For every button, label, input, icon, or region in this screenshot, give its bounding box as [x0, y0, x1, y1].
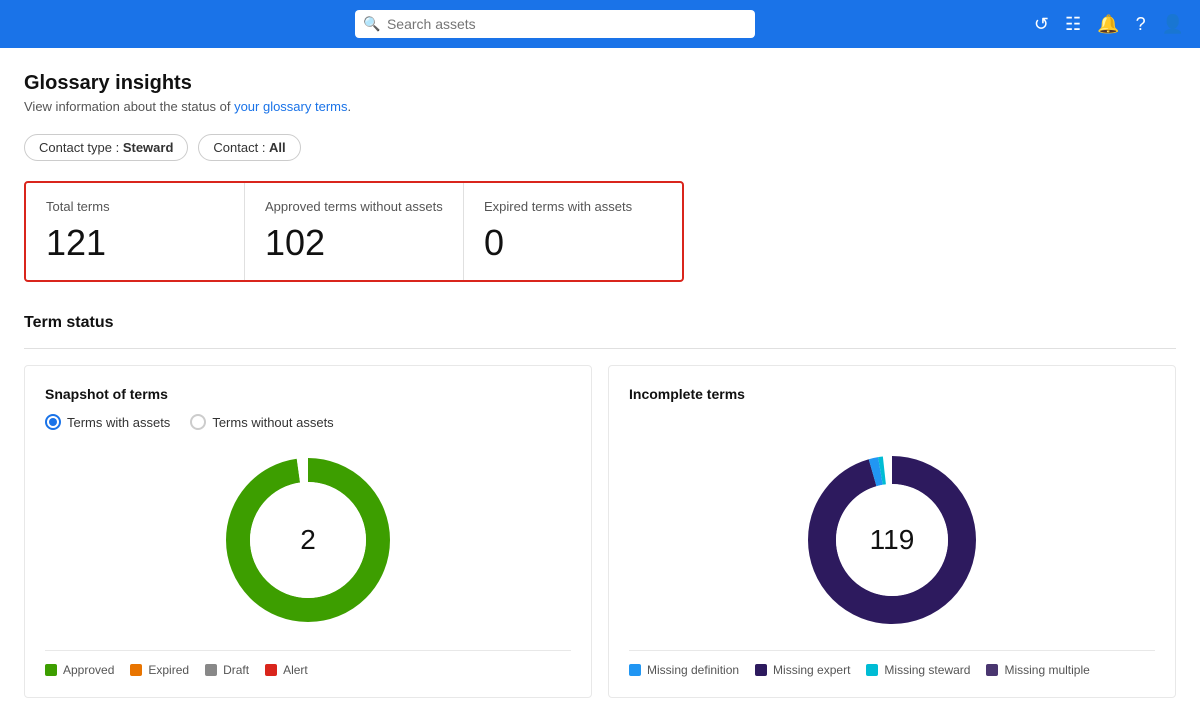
snapshot-donut-wrap: 2	[45, 450, 571, 630]
page-title: Glossary insights	[24, 72, 1176, 95]
filter-contact-type[interactable]: Contact type : Steward	[24, 134, 188, 161]
charts-row: Snapshot of terms Terms with assets Term…	[24, 365, 1176, 698]
snapshot-legend: Approved Expired Draft Alert	[45, 650, 571, 677]
snapshot-panel-title: Snapshot of terms	[45, 386, 571, 402]
snapshot-donut: 2	[218, 450, 398, 630]
stat-approved-terms: Approved terms without assets 102	[245, 183, 464, 280]
stats-container: Total terms 121 Approved terms without a…	[24, 181, 684, 282]
term-status-title: Term status	[24, 314, 1176, 332]
radio-terms-without-assets-label: Terms without assets	[212, 415, 333, 430]
stat-total-terms: Total terms 121	[26, 183, 245, 280]
header-actions: ↺ ☷ 🔔 ? 👤	[1034, 14, 1184, 35]
stat-expired-terms: Expired terms with assets 0	[464, 183, 682, 280]
legend-expired-swatch	[130, 664, 142, 676]
snapshot-radio-group: Terms with assets Terms without assets	[45, 414, 571, 430]
incomplete-panel: Incomplete terms	[608, 365, 1176, 698]
app-header: 🔍 ↺ ☷ 🔔 ? 👤	[0, 0, 1200, 48]
radio-terms-without-assets-circle	[190, 414, 206, 430]
legend-missing-expert-swatch	[755, 664, 767, 676]
search-input[interactable]	[355, 10, 755, 38]
stat-expired-terms-label: Expired terms with assets	[484, 199, 662, 214]
snapshot-panel: Snapshot of terms Terms with assets Term…	[24, 365, 592, 698]
radio-terms-without-assets[interactable]: Terms without assets	[190, 414, 333, 430]
legend-missing-multiple-swatch	[986, 664, 998, 676]
radio-terms-with-assets[interactable]: Terms with assets	[45, 414, 170, 430]
legend-approved: Approved	[45, 663, 114, 677]
legend-alert: Alert	[265, 663, 308, 677]
snapshot-donut-center: 2	[300, 524, 316, 556]
legend-expired: Expired	[130, 663, 189, 677]
back-icon[interactable]: ↺	[1034, 14, 1049, 35]
legend-expired-label: Expired	[148, 663, 189, 677]
radio-terms-with-assets-label: Terms with assets	[67, 415, 170, 430]
incomplete-donut-center: 119	[870, 524, 915, 556]
incomplete-panel-title: Incomplete terms	[629, 386, 1155, 402]
person-icon[interactable]: 👤	[1162, 14, 1184, 35]
legend-missing-steward-swatch	[866, 664, 878, 676]
glossary-terms-link[interactable]: your glossary terms	[234, 99, 347, 114]
page-content: Glossary insights View information about…	[0, 48, 1200, 698]
grid-icon[interactable]: ☷	[1065, 14, 1081, 35]
stat-total-terms-label: Total terms	[46, 199, 224, 214]
incomplete-donut: 119	[802, 450, 982, 630]
legend-missing-expert: Missing expert	[755, 663, 850, 677]
bell-icon[interactable]: 🔔	[1097, 14, 1119, 35]
incomplete-legend: Missing definition Missing expert Missin…	[629, 650, 1155, 677]
filter-contact[interactable]: Contact : All	[198, 134, 300, 161]
radio-terms-with-assets-circle	[45, 414, 61, 430]
page-subtitle: View information about the status of you…	[24, 99, 1176, 114]
help-icon[interactable]: ?	[1136, 14, 1146, 35]
legend-draft-label: Draft	[223, 663, 249, 677]
incomplete-donut-wrap: 119	[629, 450, 1155, 630]
legend-missing-definition-label: Missing definition	[647, 663, 739, 677]
legend-draft-swatch	[205, 664, 217, 676]
stat-expired-terms-value: 0	[484, 222, 662, 264]
legend-missing-definition: Missing definition	[629, 663, 739, 677]
legend-missing-definition-swatch	[629, 664, 641, 676]
stat-approved-terms-label: Approved terms without assets	[265, 199, 443, 214]
legend-draft: Draft	[205, 663, 249, 677]
legend-missing-steward-label: Missing steward	[884, 663, 970, 677]
legend-missing-expert-label: Missing expert	[773, 663, 850, 677]
legend-alert-swatch	[265, 664, 277, 676]
stat-total-terms-value: 121	[46, 222, 224, 264]
term-status-section: Term status Snapshot of terms Terms with…	[24, 314, 1176, 698]
legend-approved-swatch	[45, 664, 57, 676]
legend-missing-multiple-label: Missing multiple	[1004, 663, 1089, 677]
legend-alert-label: Alert	[283, 663, 308, 677]
filter-row: Contact type : Steward Contact : All	[24, 134, 1176, 161]
stat-approved-terms-value: 102	[265, 222, 443, 264]
search-container: 🔍	[355, 10, 755, 38]
legend-missing-multiple: Missing multiple	[986, 663, 1089, 677]
legend-missing-steward: Missing steward	[866, 663, 970, 677]
search-icon: 🔍	[363, 16, 380, 33]
section-divider	[24, 348, 1176, 349]
legend-approved-label: Approved	[63, 663, 114, 677]
